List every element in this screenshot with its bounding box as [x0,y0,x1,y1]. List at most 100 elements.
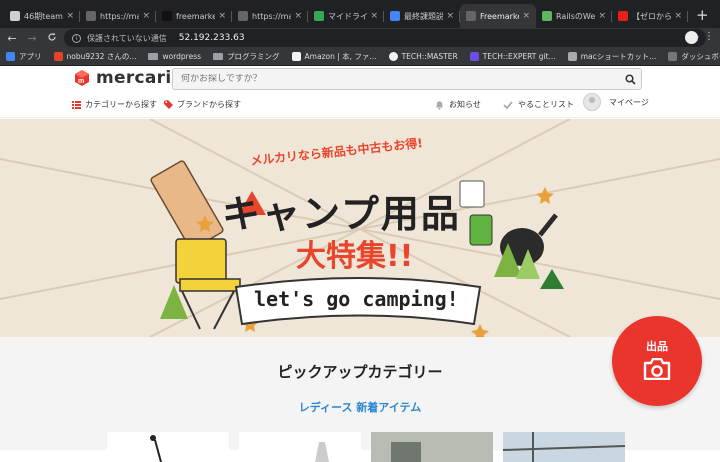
tab-favicon [390,11,400,21]
sub-navigation: カテゴリーから探す ブランドから探す お知らせ やることリスト マイページ [0,93,720,115]
sell-button[interactable]: 出品 [612,316,702,406]
cutting-board-illustration [150,160,224,250]
mercari-logo-icon: m [72,68,92,88]
mercari-logo[interactable]: m mercari [72,68,172,88]
bookmark-label: Amazon | 本, ファ... [304,52,377,61]
bookmark-item[interactable]: Amazon | 本, ファ... [291,51,377,62]
bookmark-label: TECH::MASTER [401,52,458,61]
bookmark-item[interactable]: TECH::EXPERT git... [469,52,556,61]
tab-close-icon[interactable]: × [66,11,74,21]
browser-tab[interactable]: https://mas× [80,4,156,28]
search-icon[interactable] [619,69,641,89]
check-icon [503,100,513,109]
bookmarks-bar: アプリ nobu9232 さんの... wordpress プログラミング Amazon… [0,48,720,66]
tab-favicon [10,11,20,21]
browser-tab-bar: 46期team8×https://mas×freemarket_×https:/… [0,0,720,28]
bookmark-item[interactable]: ダッシュボード | Si... [668,51,720,62]
search-box[interactable] [172,68,642,90]
tab-title: freemarket_ [176,11,216,21]
tab-close-icon[interactable]: × [674,11,682,21]
brand-search-link[interactable]: ブランドから探す [164,99,241,110]
apple-icon [567,52,577,61]
bookmark-label: nobu9232 さんの... [66,52,137,61]
category-search-label: カテゴリーから探す [85,100,157,109]
tab-favicon [162,11,172,21]
item-thumbnail[interactable] [371,432,493,462]
new-tab-button[interactable]: + [696,4,709,28]
bookmark-label: プログラミング [227,52,280,61]
tab-close-icon[interactable]: × [294,11,302,21]
folder-icon [148,53,159,60]
browser-tab[interactable]: マイドライブ× [308,4,384,28]
gitlab-fox-icon [53,52,63,61]
tab-title: https://mas [252,11,292,21]
bookmark-item[interactable]: nobu9232 さんの... [53,51,137,62]
my-page-label: マイページ [609,97,649,107]
url-field[interactable]: i 保護されていない通信 52.192.233.63 ☆ [64,29,706,47]
browser-tab[interactable]: 【ゼロから × [612,4,688,28]
tab-close-icon[interactable]: × [370,11,378,21]
url-text[interactable]: 52.192.233.63 [179,33,245,43]
bookmark-label: ダッシュボード | Si... [681,52,720,61]
camping-banner[interactable]: メルカリなら新品も中古もお得! キャンプ用品 大特集!! let's go ca… [0,119,720,337]
reload-button[interactable] [44,32,60,45]
bookmark-item[interactable]: wordpress [148,52,201,61]
bookmark-item[interactable]: TECH::MASTER [388,52,458,61]
svg-text:m: m [78,78,84,85]
tab-close-icon[interactable]: × [522,11,530,21]
tab-title: 最終課題説明 [404,11,444,21]
tab-title: https://mas [100,11,140,21]
banner-slogan: let's go camping! [254,287,459,311]
bookmark-label: macショートカット... [580,52,657,61]
bookmark-item[interactable]: アプリ [6,51,42,62]
bookmark-label: アプリ [19,52,42,61]
tab-close-icon[interactable]: × [446,11,454,21]
pickup-subtitle[interactable]: レディース 新着アイテム [0,399,720,415]
tab-favicon [618,11,628,21]
bell-icon [436,100,443,110]
kebab-menu-icon[interactable]: ⋮ [704,31,714,42]
item-thumbnail[interactable] [239,432,361,462]
item-thumbnail[interactable] [107,432,229,462]
tab-favicon [238,11,248,21]
notifications-link[interactable]: お知らせ [435,99,481,110]
apps-grid-icon [6,52,15,61]
folder-icon [213,53,224,60]
tab-separator [687,11,688,22]
back-button[interactable]: ← [4,32,20,45]
logo-text: mercari [96,68,172,88]
info-icon[interactable]: i [72,33,81,43]
tag-icon [164,100,173,109]
list-icon [72,100,81,109]
tab-title: 46期team8 [24,11,63,21]
insecure-label: 保護されていない通信 [87,33,167,43]
tab-close-icon[interactable]: × [218,11,226,21]
category-search-link[interactable]: カテゴリーから探す [72,99,157,110]
my-page-link[interactable]: マイページ [583,93,649,111]
profile-avatar[interactable] [685,31,698,44]
mercari-page: m mercari カテゴリーから探す ブランドから探す お知らせ [0,66,720,462]
search-input[interactable] [181,74,619,84]
bookmark-label: TECH::EXPERT git... [482,52,556,61]
browser-tab[interactable]: RailsのWeb× [536,4,612,28]
tab-title: 【ゼロから [632,11,672,21]
tab-close-icon[interactable]: × [142,11,150,21]
tab-title: Freemarket [480,11,519,21]
browser-tab[interactable]: 46期team8× [4,4,80,28]
browser-tab[interactable]: Freemarket× [460,4,536,28]
amazon-icon [291,52,301,61]
bookmark-item[interactable]: プログラミング [213,51,280,62]
browser-tab[interactable]: freemarket_× [156,4,232,28]
reload-icon [48,32,56,41]
todo-list-label: やることリスト [518,100,574,109]
github-icon [388,52,398,61]
tab-close-icon[interactable]: × [598,11,606,21]
browser-tab[interactable]: 最終課題説明× [384,4,460,28]
forward-button[interactable]: → [24,32,40,45]
todo-list-link[interactable]: やることリスト [503,99,574,110]
banner-headline-2: 大特集!! [296,239,414,274]
camera-icon [643,358,671,380]
item-thumbnail[interactable] [503,432,625,462]
browser-tab[interactable]: https://mas× [232,4,308,28]
bookmark-item[interactable]: macショートカット... [567,51,657,62]
